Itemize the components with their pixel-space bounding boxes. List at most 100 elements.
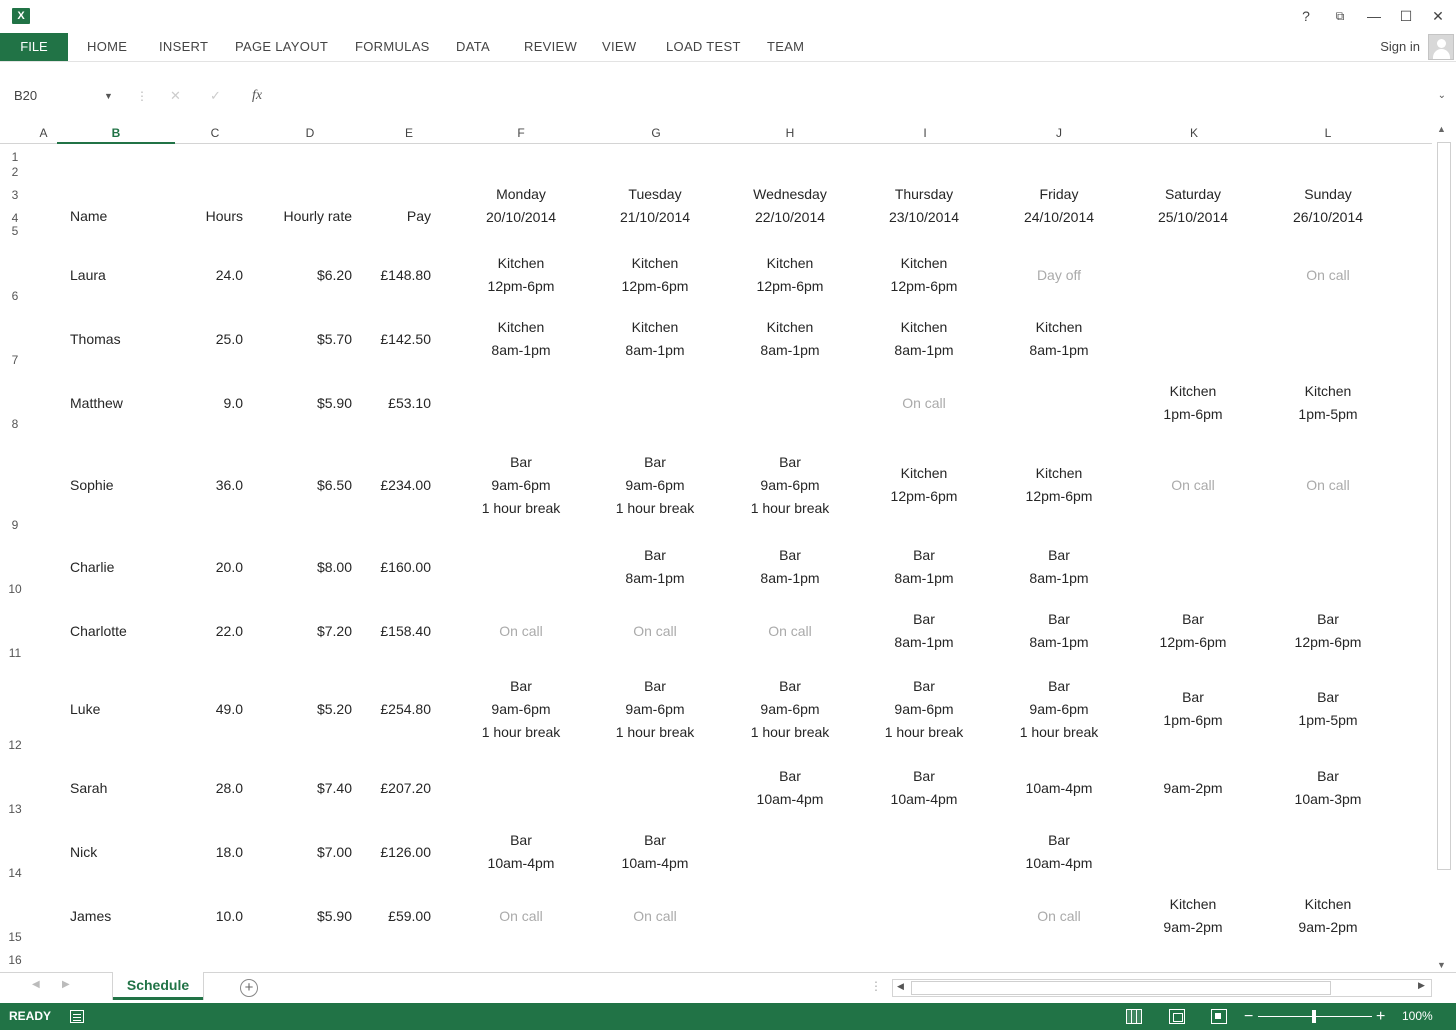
employee-hours[interactable]: 28.0	[175, 777, 243, 800]
row-header[interactable]: 2	[0, 165, 30, 179]
employee-hours[interactable]: 49.0	[175, 698, 243, 721]
row-header[interactable]: 5	[0, 226, 30, 236]
help-icon[interactable]: ?	[1294, 6, 1318, 26]
column-header-l[interactable]: L	[1260, 122, 1396, 144]
employee-hours[interactable]: 20.0	[175, 556, 243, 579]
shift-cell[interactable]: Bar	[724, 765, 856, 788]
shift-cell[interactable]: Bar	[1262, 686, 1394, 709]
shift-cell[interactable]: 9am-2pm	[1127, 777, 1259, 800]
worksheet-grid[interactable]: Name Hours Hourly rate Pay Monday 20/10/2014 T…	[30, 144, 1432, 970]
header-day[interactable]: Thursday	[858, 183, 990, 206]
scroll-up-icon[interactable]: ▲	[1437, 124, 1446, 134]
column-header-j[interactable]: J	[991, 122, 1127, 144]
row-header[interactable]: 6	[0, 289, 30, 303]
shift-cell[interactable]: 12pm-6pm	[455, 275, 587, 298]
tab-insert[interactable]: INSERT	[159, 33, 208, 61]
shift-cell[interactable]: 8am-1pm	[993, 631, 1125, 654]
insert-function-icon[interactable]: fx	[252, 86, 262, 106]
shift-cell[interactable]: 9am-6pm	[993, 698, 1125, 721]
minimize-button[interactable]: —	[1362, 6, 1386, 26]
column-header-h[interactable]: H	[722, 122, 858, 144]
column-header-d[interactable]: D	[255, 122, 365, 144]
shift-cell[interactable]: Bar	[858, 544, 990, 567]
shift-cell[interactable]: 1pm-6pm	[1127, 709, 1259, 732]
shift-cell[interactable]: 12pm-6pm	[993, 485, 1125, 508]
shift-cell[interactable]: 1pm-5pm	[1262, 403, 1394, 426]
employee-pay[interactable]: £160.00	[365, 556, 431, 579]
row-header[interactable]: 11	[0, 646, 30, 660]
shift-cell[interactable]: Bar	[1127, 608, 1259, 631]
row-header[interactable]: 1	[0, 150, 30, 164]
row-header[interactable]: 16	[0, 953, 30, 967]
header-day[interactable]: Wednesday	[724, 183, 856, 206]
shift-cell[interactable]: On call	[589, 620, 721, 643]
employee-hours[interactable]: 36.0	[175, 474, 243, 497]
shift-cell[interactable]: 12pm-6pm	[858, 485, 990, 508]
scroll-left-icon[interactable]: ◀	[897, 981, 904, 992]
horizontal-scroll-thumb[interactable]	[911, 981, 1331, 995]
ribbon-display-options-icon[interactable]: ⧉	[1328, 6, 1352, 26]
shift-cell[interactable]: 1 hour break	[589, 721, 721, 744]
shift-cell[interactable]: 9am-6pm	[858, 698, 990, 721]
tab-load-test[interactable]: LOAD TEST	[666, 33, 741, 61]
sign-in-link[interactable]: Sign in	[1380, 33, 1420, 61]
employee-pay[interactable]: £158.40	[365, 620, 431, 643]
shift-cell[interactable]: 10am-4pm	[993, 777, 1125, 800]
previous-sheet-icon[interactable]: ◀	[32, 979, 40, 990]
expand-formula-bar-icon[interactable]: ⌄	[1438, 86, 1446, 106]
shift-cell[interactable]: 8am-1pm	[993, 339, 1125, 362]
employee-name[interactable]: Laura	[70, 264, 170, 287]
employee-hours[interactable]: 24.0	[175, 264, 243, 287]
shift-cell[interactable]: Bar	[589, 451, 721, 474]
column-header-c[interactable]: C	[175, 122, 255, 144]
employee-hourly-rate[interactable]: $6.50	[255, 474, 352, 497]
shift-cell[interactable]: Kitchen	[455, 316, 587, 339]
column-header-e[interactable]: E	[365, 122, 453, 144]
employee-hourly-rate[interactable]: $5.70	[255, 328, 352, 351]
zoom-slider-thumb[interactable]	[1312, 1010, 1316, 1023]
header-hourly-rate[interactable]: Hourly rate	[255, 205, 352, 228]
page-layout-view-icon[interactable]	[1169, 1009, 1185, 1024]
shift-cell[interactable]: On call	[589, 905, 721, 928]
shift-cell[interactable]: Bar	[1262, 608, 1394, 631]
shift-cell[interactable]: Bar	[589, 544, 721, 567]
macro-recording-icon[interactable]	[70, 1010, 84, 1023]
shift-cell[interactable]: 8am-1pm	[858, 567, 990, 590]
cancel-icon[interactable]: ✕	[170, 86, 181, 106]
scroll-right-icon[interactable]: ▶	[1418, 980, 1425, 991]
employee-hourly-rate[interactable]: $6.20	[255, 264, 352, 287]
shift-cell[interactable]: 9am-2pm	[1127, 916, 1259, 939]
shift-cell[interactable]: Bar	[993, 544, 1125, 567]
shift-cell[interactable]: 1 hour break	[455, 497, 587, 520]
shift-cell[interactable]: Kitchen	[455, 252, 587, 275]
shift-cell[interactable]: 12pm-6pm	[1127, 631, 1259, 654]
shift-cell[interactable]: Bar	[858, 675, 990, 698]
shift-cell[interactable]: Bar	[589, 675, 721, 698]
row-header[interactable]: 7	[0, 353, 30, 367]
employee-name[interactable]: Matthew	[70, 392, 170, 415]
new-sheet-icon[interactable]: +	[240, 979, 258, 997]
row-header[interactable]: 13	[0, 802, 30, 816]
shift-cell[interactable]: 1 hour break	[993, 721, 1125, 744]
shift-cell[interactable]: 8am-1pm	[724, 339, 856, 362]
shift-cell[interactable]: On call	[724, 620, 856, 643]
shift-cell[interactable]: 8am-1pm	[455, 339, 587, 362]
shift-cell[interactable]: Bar	[724, 544, 856, 567]
column-header-i[interactable]: I	[857, 122, 993, 144]
header-date[interactable]: 23/10/2014	[858, 206, 990, 229]
shift-cell[interactable]: Kitchen	[993, 462, 1125, 485]
shift-cell[interactable]: Kitchen	[993, 316, 1125, 339]
shift-cell[interactable]: 8am-1pm	[858, 339, 990, 362]
close-button[interactable]: ✕	[1426, 6, 1450, 26]
shift-cell[interactable]: 1pm-5pm	[1262, 709, 1394, 732]
shift-cell[interactable]: Kitchen	[1127, 380, 1259, 403]
maximize-button[interactable]: ☐	[1394, 6, 1418, 26]
header-date[interactable]: 26/10/2014	[1262, 206, 1394, 229]
employee-pay[interactable]: £254.80	[365, 698, 431, 721]
shift-cell[interactable]: 9am-6pm	[589, 698, 721, 721]
tab-team[interactable]: TEAM	[767, 33, 804, 61]
employee-name[interactable]: Charlotte	[70, 620, 170, 643]
employee-name[interactable]: Charlie	[70, 556, 170, 579]
shift-cell[interactable]: 10am-4pm	[455, 852, 587, 875]
employee-pay[interactable]: £234.00	[365, 474, 431, 497]
